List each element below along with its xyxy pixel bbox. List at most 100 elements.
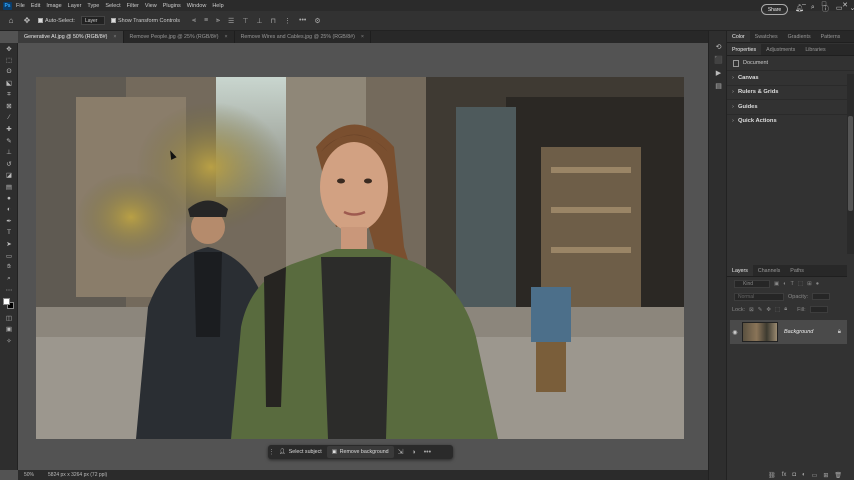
search-icon[interactable]: ⌕	[811, 4, 815, 14]
properties-scrollbar[interactable]	[847, 74, 854, 254]
show-transform-checkbox[interactable]	[110, 18, 116, 23]
close-icon[interactable]: ×	[113, 34, 116, 40]
help-icon[interactable]: ⓘ	[822, 4, 829, 14]
tab-layers[interactable]: Layers	[727, 265, 753, 276]
foreground-color[interactable]	[3, 298, 10, 305]
fill-input[interactable]	[809, 306, 828, 313]
chevron-down-icon[interactable]: ⌄	[849, 4, 854, 14]
type-tool-icon[interactable]: T	[0, 227, 18, 239]
tab-libraries[interactable]: Libraries	[800, 44, 830, 55]
section-quick-actions[interactable]: › Quick Actions	[727, 113, 854, 129]
align-bottom-icon[interactable]: ⊓	[271, 17, 276, 25]
align-top-icon[interactable]: ⊤	[242, 17, 248, 25]
select-subject-button[interactable]: 👤︎ Select subject	[274, 446, 327, 458]
blend-mode-dropdown[interactable]: Normal	[734, 292, 784, 301]
lock-paint-icon[interactable]: ✎	[758, 307, 763, 313]
close-icon[interactable]: ×	[361, 34, 364, 40]
screen-mode-icon[interactable]: ▣	[0, 324, 18, 336]
tab-color[interactable]: Color	[727, 31, 750, 42]
move-tool-icon[interactable]: ✥	[22, 16, 32, 26]
section-canvas[interactable]: › Canvas	[727, 70, 854, 85]
color-swatches[interactable]	[0, 296, 18, 312]
share-button[interactable]: Share	[761, 4, 788, 15]
zoom-level[interactable]: 50%	[24, 472, 34, 478]
tab-generative-ai[interactable]: Generative AI.jpg @ 50% (RGB/8#) ×	[18, 31, 124, 43]
menu-file[interactable]: File	[16, 3, 25, 9]
blur-tool-icon[interactable]: ●	[0, 193, 18, 205]
close-icon[interactable]: ×	[225, 34, 228, 40]
auto-select-dropdown[interactable]: Layer	[80, 16, 105, 25]
filter-toggle-icon[interactable]: ●	[816, 281, 819, 287]
tab-remove-people[interactable]: Remove People.jpg @ 25% (RGB/8#) ×	[124, 31, 235, 43]
scrollbar-thumb[interactable]	[848, 116, 853, 211]
lock-pixels-icon[interactable]: ⊠	[749, 307, 754, 313]
align-left-icon[interactable]: ⫷	[192, 17, 196, 25]
clone-stamp-icon[interactable]: ⊥	[0, 147, 18, 159]
type-filter-icon[interactable]: T	[791, 281, 794, 287]
layer-comps-icon[interactable]: ⬛	[709, 53, 728, 66]
lock-all-icon[interactable]: 🔒︎	[784, 306, 787, 313]
rectangle-tool-icon[interactable]: ▭	[0, 250, 18, 262]
pen-tool-icon[interactable]: ✒	[0, 216, 18, 228]
menu-edit[interactable]: Edit	[31, 3, 40, 9]
play-icon[interactable]: ▶	[709, 66, 728, 79]
link-icon[interactable]: ⛓	[768, 472, 776, 479]
fx-icon[interactable]: fx	[782, 472, 787, 478]
lock-position-icon[interactable]: ✥	[766, 307, 771, 313]
align-center-icon[interactable]: ≡	[204, 17, 208, 25]
crop-tool-icon[interactable]: ⌗	[0, 89, 18, 101]
home-icon[interactable]: ⌂	[6, 16, 16, 26]
tab-patterns[interactable]: Patterns	[816, 31, 846, 42]
adjust-icon[interactable]: ◑	[408, 449, 420, 456]
dodge-tool-icon[interactable]: ◐	[0, 204, 18, 216]
gradient-tool-icon[interactable]: ▤	[0, 181, 18, 193]
section-guides[interactable]: › Guides	[727, 99, 854, 114]
menu-view[interactable]: View	[145, 3, 157, 9]
kind-filter-dropdown[interactable]: Kind	[734, 279, 770, 288]
menu-help[interactable]: Help	[212, 3, 223, 9]
history-icon[interactable]: ⟲	[709, 40, 728, 53]
menu-window[interactable]: Window	[187, 3, 207, 9]
lock-artboard-icon[interactable]: ⬚	[775, 307, 780, 313]
layer-row-background[interactable]: ◉ Background 🔒︎	[730, 320, 847, 344]
menu-select[interactable]: Select	[105, 3, 120, 9]
marquee-tool-icon[interactable]: ⬚	[0, 55, 18, 67]
auto-select-checkbox[interactable]	[38, 18, 43, 23]
menu-layer[interactable]: Layer	[68, 3, 82, 9]
canvas-image[interactable]	[36, 77, 684, 439]
folder-icon[interactable]: ▭	[812, 472, 818, 479]
brush-tool-icon[interactable]: ✎	[0, 135, 18, 147]
gear-icon[interactable]: ⚙	[314, 17, 320, 25]
comments-icon[interactable]: ▤	[709, 79, 728, 92]
tab-remove-wires[interactable]: Remove Wires and Cables.jpg @ 25% (RGB/8…	[235, 31, 371, 43]
distribute-icon[interactable]: ☰	[228, 17, 234, 25]
tab-channels[interactable]: Channels	[753, 265, 785, 276]
tab-paths[interactable]: Paths	[785, 265, 809, 276]
align-right-icon[interactable]: ⫸	[216, 17, 220, 25]
move-tool-icon[interactable]: ✥	[0, 43, 18, 55]
lasso-tool-icon[interactable]: ʘ	[0, 66, 18, 78]
opacity-input[interactable]	[812, 293, 831, 300]
smart-filter-icon[interactable]: ⊞	[807, 281, 812, 287]
menu-image[interactable]: Image	[46, 3, 61, 9]
more-tools-icon[interactable]: ⋯	[0, 285, 18, 297]
frame-tool-icon[interactable]: ⊠	[0, 101, 18, 113]
more-icon[interactable]: •••	[420, 449, 435, 456]
image-filter-icon[interactable]: ▣	[774, 281, 779, 287]
adjustment-icon[interactable]: ◐	[802, 472, 806, 478]
quick-mask-icon[interactable]: ◫	[0, 312, 18, 324]
shape-filter-icon[interactable]: ⬚	[798, 281, 803, 287]
align-middle-icon[interactable]: ⊥	[256, 17, 262, 25]
lock-icon[interactable]: 🔒︎	[838, 329, 841, 336]
tab-swatches[interactable]: Swatches	[750, 31, 783, 42]
hand-tool-icon[interactable]: ✋︎	[0, 262, 18, 274]
object-select-tool-icon[interactable]: ⬕	[0, 78, 18, 90]
tab-gradients[interactable]: Gradients	[783, 31, 816, 42]
path-select-icon[interactable]: ➤	[0, 239, 18, 251]
distribute-vertical-icon[interactable]: ⋮	[284, 17, 291, 25]
trash-icon[interactable]: 🗑︎	[834, 472, 842, 479]
menu-filter[interactable]: Filter	[127, 3, 139, 9]
menu-plugins[interactable]: Plugins	[163, 3, 181, 9]
tab-adjustments[interactable]: Adjustments	[761, 44, 800, 55]
menu-type[interactable]: Type	[87, 3, 99, 9]
